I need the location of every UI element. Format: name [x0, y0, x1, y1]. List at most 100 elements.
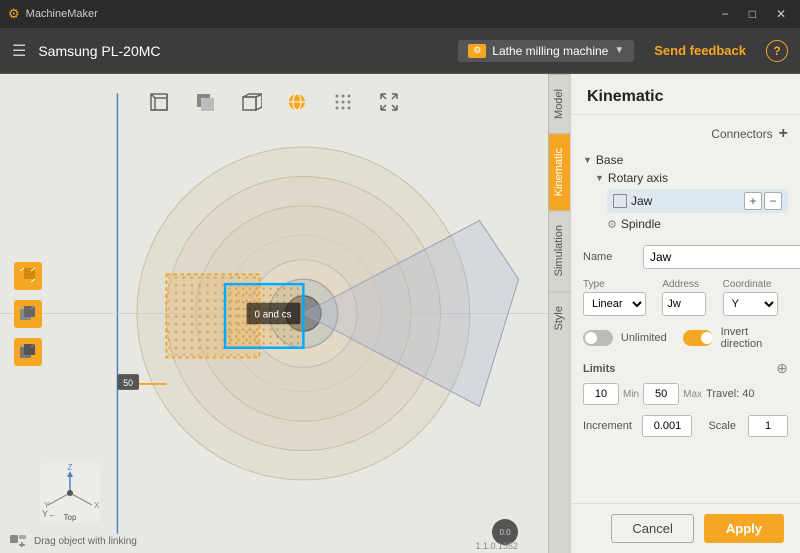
minimize-button[interactable]: −	[716, 5, 735, 23]
type-sublabel: Type	[583, 279, 656, 290]
dot-pattern-icon[interactable]	[329, 88, 357, 116]
connectors-label: Connectors	[711, 127, 772, 141]
tree-rotary-label: Rotary axis	[608, 171, 668, 185]
viewport-bottom: Drag object with linking	[10, 535, 137, 547]
limit-inputs: Min Max Travel: 40	[583, 383, 788, 405]
tree-spindle-label: Spindle	[621, 217, 661, 231]
machine-type-icon: ⚙	[468, 44, 486, 58]
limit-min-label: Min	[623, 389, 639, 400]
panel-content: Connectors + ▼ Base ▼ Rotary axis	[571, 115, 800, 503]
jaw-icon	[613, 194, 627, 208]
tab-kinematic[interactable]: Kinematic	[549, 133, 570, 210]
panel-footer: Cancel Apply	[571, 503, 800, 553]
coordinate-group: Coordinate Y X Z	[723, 279, 788, 316]
close-button[interactable]: ✕	[770, 5, 792, 23]
limit-max-label: Max	[683, 389, 702, 400]
cube-icon-3[interactable]	[14, 338, 42, 366]
increment-label: Increment	[583, 420, 634, 432]
tree-expand-icon-2: ▼	[595, 173, 604, 183]
drag-icon	[10, 535, 26, 547]
tab-model[interactable]: Model	[549, 74, 570, 133]
limits-row: Limits ⊕	[583, 360, 788, 377]
svg-text:50: 50	[123, 378, 133, 388]
limits-label: Limits	[583, 363, 615, 375]
travel-text: Travel: 40	[706, 388, 755, 400]
box-outline-icon[interactable]	[145, 88, 173, 116]
limit-max-input[interactable]	[643, 383, 679, 405]
form-section: Name ... Type Linear Rotary Address	[583, 245, 788, 437]
tree-base-label: Base	[596, 153, 623, 167]
type-group: Type Linear Rotary	[583, 279, 656, 316]
toolbar: ☰ Samsung PL-20MC ⚙ Lathe milling machin…	[0, 28, 800, 74]
machine-type-selector[interactable]: ⚙ Lathe milling machine ▼	[458, 40, 634, 62]
tree-spindle-item[interactable]: ⚙ Spindle	[583, 215, 788, 233]
titlebar-controls: − □ ✕	[716, 5, 792, 23]
tree-rotary-item[interactable]: ▼ Rotary axis	[583, 169, 788, 187]
tree-add-btn[interactable]: +	[744, 192, 762, 210]
machine-type-chevron: ▼	[614, 45, 624, 56]
svg-text:0 and cs: 0 and cs	[255, 309, 292, 320]
type-select[interactable]: Linear Rotary	[583, 292, 646, 316]
left-cube-toolbar	[14, 262, 42, 366]
increment-row: Increment Scale	[583, 415, 788, 437]
box-solid-icon[interactable]	[191, 88, 219, 116]
type-row: Type Linear Rotary Address Coordinate	[583, 279, 788, 316]
address-group: Address	[662, 279, 716, 316]
app-icon: ⚙	[8, 6, 20, 22]
machine-name: Samsung PL-20MC	[38, 43, 446, 59]
box-wire-icon[interactable]	[237, 88, 265, 116]
tree-expand-icon: ▼	[583, 155, 592, 165]
titlebar-left: ⚙ MachineMaker	[8, 6, 98, 22]
tree-remove-btn[interactable]: −	[764, 192, 782, 210]
tab-simulation[interactable]: Simulation	[549, 210, 570, 290]
increment-input[interactable]	[642, 415, 692, 437]
main-content: 0 and cs 50	[0, 74, 800, 553]
apply-button[interactable]: Apply	[704, 514, 784, 543]
drag-label: Drag object with linking	[34, 536, 137, 547]
coordinate-select[interactable]: Y X Z	[723, 292, 778, 316]
name-label: Name	[583, 251, 643, 263]
svg-text:X: X	[94, 501, 100, 510]
unlimited-knob	[585, 332, 597, 344]
add-connector-button[interactable]: +	[779, 125, 788, 143]
feedback-button[interactable]: Send feedback	[646, 39, 754, 62]
kinematic-tree: ▼ Base ▼ Rotary axis Jaw	[583, 151, 788, 233]
viewport[interactable]: 0 and cs 50	[0, 74, 548, 553]
limits-settings-icon[interactable]: ⊕	[776, 360, 788, 377]
cancel-button[interactable]: Cancel	[611, 514, 693, 543]
tree-base-item[interactable]: ▼ Base	[583, 151, 788, 169]
invert-knob	[701, 332, 713, 344]
scale-input[interactable]	[748, 415, 788, 437]
address-input[interactable]	[662, 292, 706, 316]
cross-arrows-icon[interactable]	[375, 88, 403, 116]
side-tabs: Model Kinematic Simulation Style	[548, 74, 570, 553]
svg-text:Top: Top	[64, 513, 77, 522]
menu-icon[interactable]: ☰	[12, 41, 26, 61]
coordinate-sublabel: Coordinate	[723, 279, 788, 290]
version-text: 1.1.0.1552	[475, 541, 518, 551]
tree-jaw-label: Jaw	[631, 194, 652, 208]
app-title: MachineMaker	[26, 8, 98, 20]
name-input[interactable]	[643, 245, 800, 269]
cube-icon-2[interactable]	[14, 300, 42, 328]
maximize-button[interactable]: □	[743, 5, 762, 23]
limit-min-input[interactable]	[583, 383, 619, 405]
right-panel: Kinematic Connectors + ▼ Base ▼ Rotary a…	[570, 74, 800, 553]
invert-toggle[interactable]	[683, 330, 713, 346]
tab-style[interactable]: Style	[549, 291, 570, 344]
unlimited-toggle[interactable]	[583, 330, 613, 346]
tree-jaw-selected[interactable]: Jaw + −	[607, 189, 788, 213]
sphere-icon[interactable]	[283, 88, 311, 116]
panel-title: Kinematic	[571, 74, 800, 115]
titlebar: ⚙ MachineMaker − □ ✕	[0, 0, 800, 28]
name-field-row: Name ...	[583, 245, 788, 269]
invert-label: Invert direction	[721, 326, 788, 350]
address-sublabel: Address	[662, 279, 716, 290]
toggle-row: Unlimited Invert direction	[583, 326, 788, 350]
view-indicator-label: 0.0	[499, 528, 510, 537]
svg-text:Z: Z	[68, 463, 73, 472]
connectors-row: Connectors +	[583, 125, 788, 143]
cube-icon-1[interactable]	[14, 262, 42, 290]
unlimited-label: Unlimited	[621, 332, 667, 344]
help-button[interactable]: ?	[766, 40, 788, 62]
